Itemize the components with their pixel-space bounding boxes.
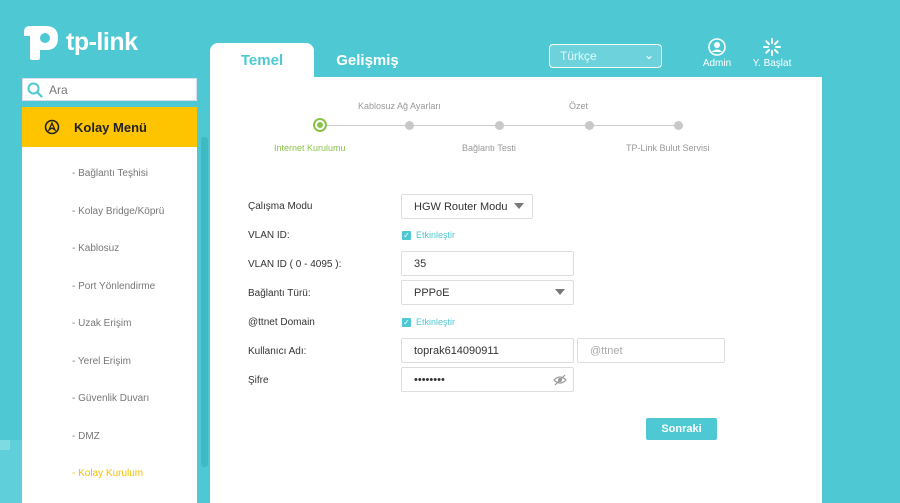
tab-temel[interactable]: Temel <box>210 43 314 77</box>
decorative-shape <box>0 440 22 503</box>
admin-icon <box>708 38 726 56</box>
mode-value: HGW Router Modu <box>414 200 508 213</box>
mode-select[interactable]: HGW Router Modu <box>401 194 533 219</box>
caret-down-icon <box>514 203 524 209</box>
username-input[interactable]: toprak614090911 <box>401 338 574 363</box>
vlan-enable-checkbox[interactable]: ✓ Etkinleştir <box>402 230 455 240</box>
eye-off-icon[interactable] <box>553 374 567 386</box>
sidebar: Kolay Menü - Bağlantı Teşhisi - Kolay Br… <box>22 107 197 503</box>
password-label: Şifre <box>248 375 269 386</box>
step-label-baglanti-testi: Bağlantı Testi <box>462 143 516 153</box>
password-value: •••••••• <box>414 373 445 386</box>
search-input[interactable]: Ara <box>22 78 197 101</box>
checkbox-checked-icon: ✓ <box>402 230 411 240</box>
domain-label: @ttnet Domain <box>248 317 315 328</box>
step-dot-4 <box>585 121 594 130</box>
step-label-internet: Internet Kurulumu <box>274 143 346 153</box>
vlan-check-label: Etkinleştir <box>416 230 456 240</box>
search-placeholder: Ara <box>49 82 68 97</box>
step-dot-2 <box>405 121 414 130</box>
sidebar-item-guvenlik-duvari[interactable]: - Güvenlik Duvarı <box>22 380 197 418</box>
username-suffix-field[interactable]: @ttnet <box>577 338 725 363</box>
sidebar-head-label: Kolay Menü <box>74 119 147 135</box>
username-label: Kullanıcı Adı: <box>248 346 307 357</box>
sidebar-item-yerel-erisim[interactable]: - Yerel Erişim <box>22 343 197 381</box>
domain-check-label: Etkinleştir <box>416 317 456 327</box>
sidebar-item-kolay-kurulum[interactable]: - Kolay Kurulum <box>22 455 197 493</box>
mode-label: Çalışma Modu <box>248 201 313 212</box>
connection-type-value: PPPoE <box>414 286 450 299</box>
admin-button[interactable]: Admin <box>692 38 742 69</box>
vlan-id-value: 35 <box>414 257 427 270</box>
tab-gelismis[interactable]: Gelişmiş <box>320 43 415 77</box>
vlan-id-input[interactable]: 35 <box>401 251 574 276</box>
sidebar-item-kablosuz[interactable]: - Kablosuz <box>22 230 197 268</box>
caret-down-icon <box>555 289 565 295</box>
logo-text: tp-link <box>66 27 138 56</box>
restart-icon <box>763 38 781 56</box>
search-icon <box>27 82 43 98</box>
sidebar-head-kolay-menu[interactable]: Kolay Menü <box>22 107 197 147</box>
sidebar-item-port-yonlendirme[interactable]: - Port Yönlendirme <box>22 268 197 306</box>
vlan-label: VLAN ID: <box>248 230 290 241</box>
main-panel: Kablosuz Ağ Ayarları Özet Internet Kurul… <box>210 77 822 503</box>
step-label-bulut: TP-Link Bulut Servisi <box>626 143 710 153</box>
compass-icon <box>44 119 60 135</box>
sidebar-item-baglanti-teshisi[interactable]: - Bağlantı Teşhisi <box>22 155 197 193</box>
password-input[interactable]: •••••••• <box>401 367 574 392</box>
restart-label: Y. Başlat <box>752 58 792 69</box>
next-button[interactable]: Sonraki <box>646 418 717 440</box>
connection-type-select[interactable]: PPPoE <box>401 280 574 305</box>
connection-type-label: Bağlantı Türü: <box>248 288 311 299</box>
language-select[interactable]: Türkçe ⌄ <box>549 44 662 68</box>
restart-button[interactable]: Y. Başlat <box>747 38 797 69</box>
step-dot-5 <box>674 121 683 130</box>
vlan-id-label: VLAN ID ( 0 - 4095 ): <box>248 259 342 270</box>
step-label-ozet: Özet <box>569 101 589 111</box>
language-selected: Türkçe <box>560 49 597 63</box>
tp-link-mark-icon <box>24 26 58 60</box>
sidebar-item-dmz[interactable]: - DMZ <box>22 418 197 456</box>
sidebar-item-kolay-bridge[interactable]: - Kolay Bridge/Köprü <box>22 193 197 231</box>
chevron-down-icon: ⌄ <box>643 48 654 62</box>
username-value: toprak614090911 <box>414 344 499 357</box>
username-suffix: @ttnet <box>590 344 623 357</box>
sidebar-scrollbar[interactable] <box>201 137 208 467</box>
tp-link-logo: tp-link <box>20 22 138 62</box>
admin-label: Admin <box>702 58 732 69</box>
domain-enable-checkbox[interactable]: ✓ Etkinleştir <box>402 317 455 327</box>
sidebar-item-uzak-erisim[interactable]: - Uzak Erişim <box>22 305 197 343</box>
step-dot-current <box>313 118 327 132</box>
step-label-kablosuz: Kablosuz Ağ Ayarları <box>358 101 441 111</box>
checkbox-checked-icon: ✓ <box>402 317 411 327</box>
step-dot-3 <box>495 121 504 130</box>
